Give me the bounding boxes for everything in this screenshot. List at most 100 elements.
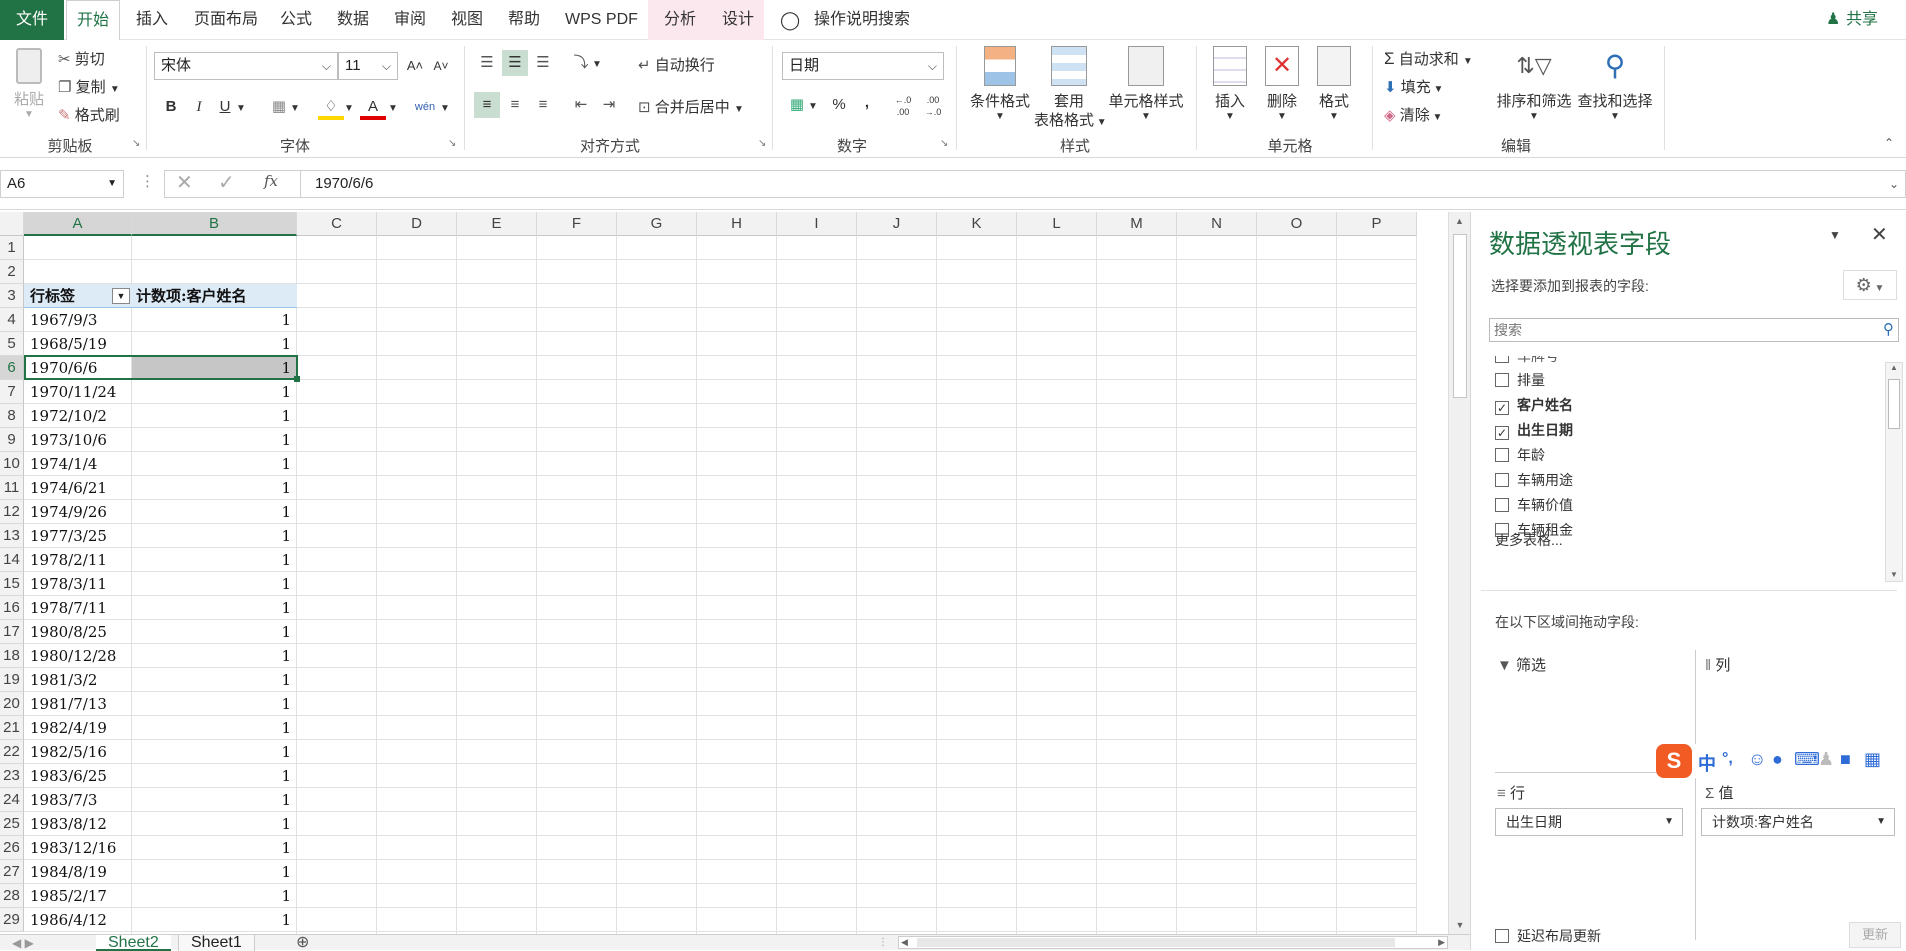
pivot-values-header[interactable]: 计数项:客户姓名 [136,284,247,308]
dialog-launcher-icon[interactable]: ↘ [940,138,948,149]
paste-button[interactable]: 粘贴 ▼ [10,48,48,120]
column-header-h[interactable]: H [697,212,777,236]
number-format-select[interactable]: 日期 ⌵ [782,52,944,80]
table-cell-date[interactable]: 1985/2/17 [30,884,130,908]
align-bottom-icon[interactable]: ☰ [530,50,556,76]
table-cell-date[interactable]: 1977/3/25 [30,524,130,548]
font-size-select[interactable]: 11 ⌵ [338,52,398,80]
tab-home[interactable]: 开始 [66,0,120,40]
row-header-8[interactable]: 8 [0,404,24,428]
row-header-22[interactable]: 22 [0,740,24,764]
chevron-down-icon[interactable]: ▼ [806,94,820,120]
field-item-2[interactable]: ✓ 出生日期 [1495,420,1573,442]
column-header-k[interactable]: K [937,212,1017,236]
column-header-j[interactable]: J [857,212,937,236]
autosum-button[interactable]: Σ 自动求和 ▼ [1384,48,1473,69]
column-header-e[interactable]: E [457,212,537,236]
align-right-icon[interactable]: ≡ [530,92,556,118]
chevron-down-icon[interactable]: ▼ [590,52,604,78]
scroll-right-icon[interactable]: ▶ [1438,937,1445,948]
column-header-p[interactable]: P [1337,212,1417,236]
row-header-24[interactable]: 24 [0,788,24,812]
table-cell-date[interactable]: 1983/8/12 [30,812,130,836]
row-header-16[interactable]: 16 [0,596,24,620]
font-color-button[interactable]: A [360,94,386,120]
tab-nav-icon[interactable]: ◀ ▶ [0,935,46,951]
phonetic-icon[interactable]: wén [412,94,438,120]
gear-icon[interactable]: ⚙ ▼ [1843,270,1897,300]
chevron-down-icon[interactable]: ▼ [386,96,400,122]
conditional-format-button[interactable]: 条件格式 ▼ [966,46,1034,122]
keyboard-icon[interactable]: ⌨ [1794,749,1820,770]
table-cell-date[interactable]: 1981/3/2 [30,668,130,692]
align-left-icon[interactable]: ≡ [474,92,500,118]
row-header-10[interactable]: 10 [0,452,24,476]
check-icon[interactable]: ✓ [218,170,235,195]
horizontal-scrollbar[interactable]: ◀ ▶ [898,936,1448,949]
row-header-17[interactable]: 17 [0,620,24,644]
increase-indent-icon[interactable]: ⇥ [596,92,622,118]
tab-design[interactable]: 设计 [712,0,764,40]
field-item-0[interactable]: 排量 [1495,370,1545,392]
microphone-icon[interactable]: ● [1772,749,1783,770]
chevron-down-icon[interactable]: ▼ [342,96,356,122]
table-cell-date[interactable]: 1983/12/16 [30,836,130,860]
table-cell-count[interactable]: 1 [132,428,291,452]
shrink-font-button[interactable]: A˅ [428,53,454,79]
table-cell-date[interactable]: 1980/12/28 [30,644,130,668]
share-button[interactable]: 共享 [1846,0,1878,40]
row-header-9[interactable]: 9 [0,428,24,452]
scroll-down-icon[interactable]: ▼ [1886,570,1902,579]
more-options-icon[interactable]: ⋮ [866,935,900,951]
pane-options-icon[interactable]: ▼ [1829,228,1841,242]
field-search-text[interactable] [1490,319,1860,341]
tab-file[interactable]: 文件 [0,0,64,40]
field-list[interactable]: 车牌号 排量 ✓ 客户姓名 ✓ 出生日期 年龄 车辆用途 车辆价值 车辆租金 更多表格... [1471,356,1906,560]
row-header-2[interactable]: 2 [0,260,24,284]
column-header-c[interactable]: C [297,212,377,236]
scroll-left-icon[interactable]: ◀ [901,937,908,948]
table-cell-count[interactable]: 1 [132,356,291,380]
table-cell-count[interactable]: 1 [132,476,291,500]
row-header-11[interactable]: 11 [0,476,24,500]
select-all-corner[interactable] [0,212,24,236]
tab-review[interactable]: 审阅 [394,0,426,40]
ime-punct-toggle[interactable]: °, [1722,750,1733,768]
column-header-o[interactable]: O [1257,212,1337,236]
table-cell-date[interactable]: 1982/5/16 [30,740,130,764]
table-cell-date[interactable]: 1981/7/13 [30,692,130,716]
checkbox[interactable]: ✓ [1495,426,1509,440]
row-header-28[interactable]: 28 [0,884,24,908]
merge-center-button[interactable]: ⊡ 合并后居中 ▼ [638,96,744,117]
close-icon[interactable]: ✕ [1871,222,1888,247]
table-cell-date[interactable]: 1984/8/19 [30,860,130,884]
checkbox[interactable] [1495,473,1509,487]
find-select-button[interactable]: ⚲ 查找和选择 ▼ [1574,46,1656,122]
checkbox[interactable] [1495,373,1509,387]
more-tables-link[interactable]: 更多表格... [1495,530,1563,552]
checkbox[interactable] [1495,929,1509,943]
field-item-3[interactable]: 年龄 [1495,445,1545,467]
field-list-scrollbar[interactable]: ▲ ▼ [1885,362,1903,582]
row-header-6[interactable]: 6 [0,356,24,380]
wrap-text-button[interactable]: ↵ 自动换行 [638,54,715,75]
align-center-icon[interactable]: ≡ [502,92,528,118]
row-header-7[interactable]: 7 [0,380,24,404]
field-item-1[interactable]: ✓ 客户姓名 [1495,395,1573,417]
checkbox[interactable]: ✓ [1495,401,1509,415]
emoji-icon[interactable]: ☺ [1748,749,1766,770]
grow-font-button[interactable]: A˄ [402,53,428,79]
comma-button[interactable]: , [854,90,880,116]
scroll-down-icon[interactable]: ▼ [1449,920,1471,930]
cell-styles-button[interactable]: 单元格样式 ▼ [1108,46,1184,122]
row-header-29[interactable]: 29 [0,908,24,932]
sheet-tab-sheet1[interactable]: Sheet1 [178,935,255,951]
table-cell-date[interactable]: 1974/6/21 [30,476,130,500]
field-search-input[interactable]: ⚲ [1489,318,1899,342]
table-cell-count[interactable]: 1 [132,812,291,836]
collapse-ribbon-icon[interactable]: ⌃ [1884,136,1894,150]
column-header-g[interactable]: G [617,212,697,236]
scroll-up-icon[interactable]: ▲ [1449,212,1470,226]
tell-me-search[interactable]: 操作说明搜索 [814,0,910,40]
table-cell-count[interactable]: 1 [132,620,291,644]
